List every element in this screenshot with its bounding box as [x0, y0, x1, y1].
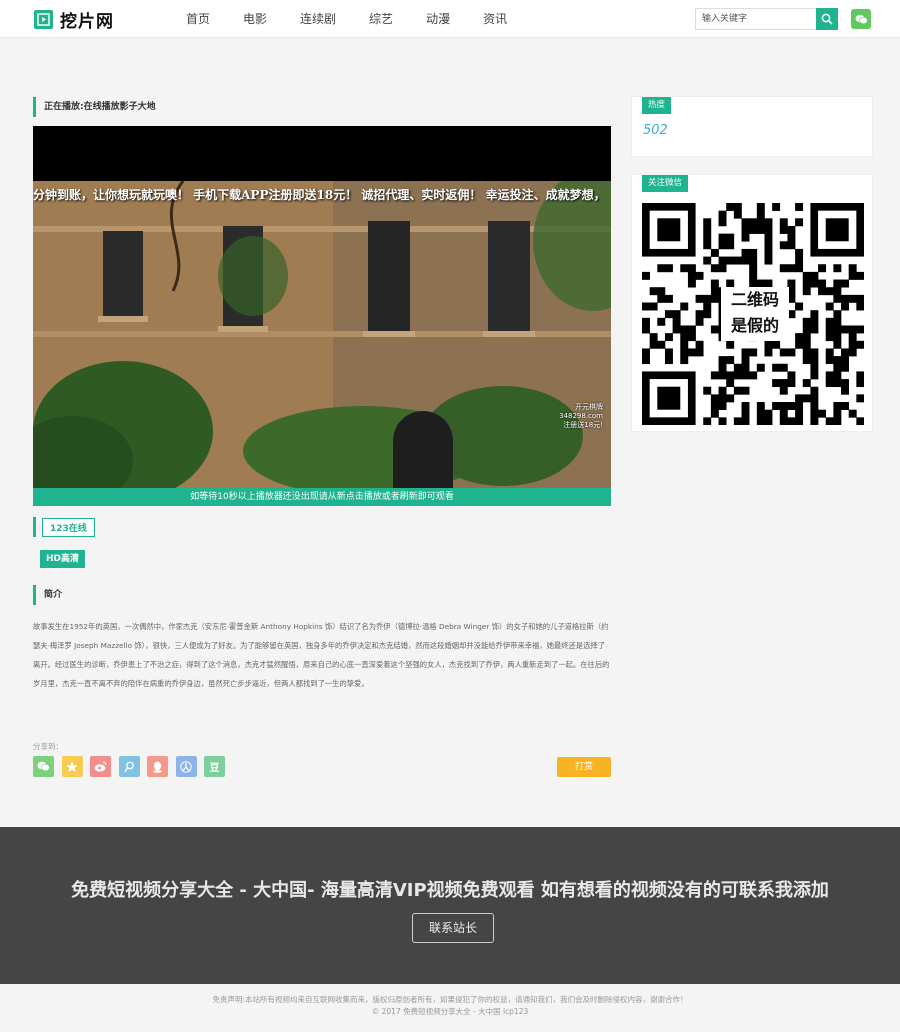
site-footer: 免责声明:本站所有视频均来自互联网收集而来，版权归原创者所有，如果侵犯了你的权益…	[0, 984, 900, 1032]
disclaimer-text: 免责声明:本站所有视频均来自互联网收集而来，版权归原创者所有，如果侵犯了你的权益…	[212, 995, 688, 1004]
nav-variety[interactable]: 综艺	[369, 0, 393, 38]
qr-code: 二维码 是假的	[642, 203, 865, 426]
qzone-icon[interactable]	[61, 756, 83, 777]
footer-banner: 免费短视频分享大全 - 大中国- 海量高清VIP视频免费观看 如有想看的视频没有…	[0, 827, 900, 984]
intro-title: 简介	[33, 585, 62, 605]
search-button[interactable]	[816, 8, 838, 30]
nav-anime[interactable]: 动漫	[426, 0, 450, 38]
nav-home[interactable]: 首页	[186, 0, 210, 38]
description-text: 故事发生在1952年的英国，一次偶然中，作家杰克（安东尼·霍普金斯 Anthon…	[33, 622, 610, 688]
renren-icon[interactable]	[175, 756, 197, 777]
footer-title: 免费短视频分享大全 - 大中国- 海量高清VIP视频免费观看 如有想看的视频没有…	[71, 880, 829, 901]
online-tag: 123在线	[33, 517, 95, 537]
reward-button[interactable]: 打赏	[557, 757, 611, 777]
douban-icon[interactable]: 豆	[204, 756, 225, 777]
site-logo[interactable]: 挖片网	[34, 9, 114, 32]
nav-movies[interactable]: 电影	[243, 0, 267, 38]
qr-caption: 二维码 是假的	[721, 287, 789, 341]
nav-news[interactable]: 资讯	[483, 0, 507, 38]
hot-panel: 热度 502	[631, 96, 873, 157]
contact-owner-button[interactable]: 联系站长	[412, 913, 494, 943]
wechat-icon[interactable]	[33, 756, 54, 777]
video-watermark: 开元棋牌 348298.com 注册送18元!	[559, 403, 603, 429]
video-frame: 分钟到账，让你想玩就玩噢！ 手机下载APP注册即送18元！ 诚招代理、实时返佣！…	[33, 181, 611, 488]
player-notice: 如等待10秒以上播放器还没出现请从新点击播放或者刷新即可观看	[33, 488, 611, 506]
share-label: 分享到：	[33, 742, 63, 751]
now-playing-title: 正在播放:在线播放影子大地	[33, 97, 156, 117]
wechat-panel: 关注微信 二维码 是假的	[631, 174, 873, 432]
search-icon	[821, 13, 833, 25]
share-buttons: 豆	[33, 756, 233, 777]
search-bar	[695, 8, 838, 30]
nav-series[interactable]: 连续剧	[300, 0, 336, 38]
hot-value: 502	[643, 123, 668, 138]
hd-tag[interactable]: HD高清	[40, 550, 86, 568]
wechat-label: 关注微信	[642, 175, 689, 192]
weibo-icon[interactable]	[90, 756, 111, 777]
hot-label: 热度	[642, 97, 672, 114]
online-source-button[interactable]: 123在线	[42, 517, 95, 537]
site-header: 挖片网 首页 电影 连续剧 综艺 动漫 资讯	[0, 0, 900, 38]
main-nav: 首页 电影 连续剧 综艺 动漫 资讯	[186, 0, 540, 38]
wechat-icon	[855, 14, 868, 24]
search-input[interactable]	[695, 8, 816, 30]
ad-marquee: 分钟到账，让你想玩就玩噢！ 手机下载APP注册即送18元！ 诚招代理、实时返佣！…	[33, 188, 606, 202]
play-logo-icon	[34, 9, 53, 29]
video-player[interactable]: 分钟到账，让你想玩就玩噢！ 手机下载APP注册即送18元！ 诚招代理、实时返佣！…	[33, 126, 611, 506]
tencent-weibo-icon[interactable]	[118, 756, 140, 777]
logo-text: 挖片网	[60, 11, 114, 32]
wechat-button[interactable]	[851, 9, 871, 29]
copyright-text: © 2017 免费短视频分享大全 - 大中国 icp123	[371, 1007, 529, 1016]
qq-icon[interactable]	[147, 756, 168, 777]
